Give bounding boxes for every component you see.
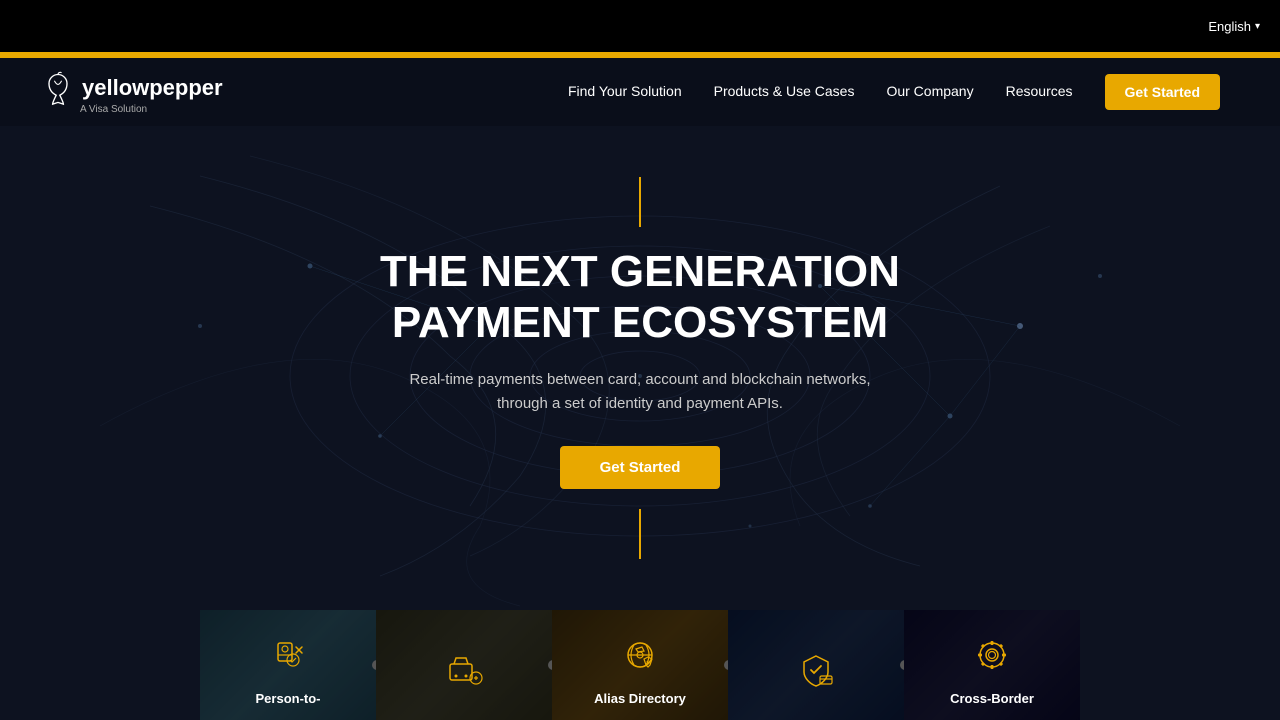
card-separator-dot — [372, 660, 376, 670]
top-bar: English ▾ — [0, 0, 1280, 52]
person-to-icon — [268, 635, 308, 683]
hero-content: THE NEXT GENERATIONPAYMENT ECOSYSTEM Rea… — [380, 177, 900, 559]
card-separator-dot-4 — [900, 660, 904, 670]
hero-line-top — [639, 177, 641, 227]
card-alias-directory[interactable]: Alias Directory — [552, 610, 728, 720]
nav-links: Find Your Solution Products & Use Cases … — [568, 74, 1220, 110]
nav-link-our-company[interactable]: Our Company — [886, 83, 973, 99]
chevron-down-icon: ▾ — [1255, 21, 1260, 32]
logo: yellowpepper — [40, 70, 223, 106]
get-started-hero-button[interactable]: Get Started — [560, 446, 721, 489]
logo-icon — [40, 70, 76, 106]
card-payment-auth[interactable] — [728, 610, 904, 720]
hero-title: THE NEXT GENERATIONPAYMENT ECOSYSTEM — [380, 247, 900, 348]
logo-area[interactable]: yellowpepper A Visa Solution — [40, 70, 223, 115]
cards-section: Person-to- — [0, 610, 1280, 720]
hero-line-bottom — [639, 509, 641, 559]
card-cross-border-label: Cross-Border — [950, 691, 1034, 706]
logo-subtitle: A Visa Solution — [80, 104, 147, 115]
nav-link-products[interactable]: Products & Use Cases — [714, 83, 855, 99]
nav-item-find-solution[interactable]: Find Your Solution — [568, 83, 682, 101]
nav-link-find-solution[interactable]: Find Your Solution — [568, 83, 682, 99]
nav-item-resources[interactable]: Resources — [1006, 83, 1073, 101]
card-person-to[interactable]: Person-to- — [200, 610, 376, 720]
payment-auth-icon — [796, 650, 836, 698]
cards-container: Person-to- — [0, 610, 1280, 720]
ecommerce-icon — [444, 650, 484, 698]
nav-link-resources[interactable]: Resources — [1006, 83, 1073, 99]
hero-subtitle: Real-time payments between card, account… — [400, 368, 880, 416]
alias-directory-icon — [620, 635, 660, 683]
card-person-to-label: Person-to- — [256, 691, 321, 706]
card-cross-border[interactable]: Cross-Border — [904, 610, 1080, 720]
card-separator-dot-2 — [548, 660, 552, 670]
nav-cta[interactable]: Get Started — [1105, 74, 1220, 110]
navbar: yellowpepper A Visa Solution Find Your S… — [0, 58, 1280, 126]
get-started-nav-button[interactable]: Get Started — [1105, 74, 1220, 110]
nav-item-products[interactable]: Products & Use Cases — [714, 83, 855, 101]
hero-section: THE NEXT GENERATIONPAYMENT ECOSYSTEM Rea… — [0, 126, 1280, 610]
language-label: English — [1208, 19, 1251, 34]
card-alias-directory-label: Alias Directory — [594, 691, 686, 706]
language-selector[interactable]: English ▾ — [1208, 19, 1260, 34]
logo-text: yellowpepper — [82, 75, 223, 101]
cross-border-icon — [972, 635, 1012, 683]
card-ecommerce[interactable] — [376, 610, 552, 720]
nav-item-our-company[interactable]: Our Company — [886, 83, 973, 101]
card-separator-dot-3 — [724, 660, 728, 670]
